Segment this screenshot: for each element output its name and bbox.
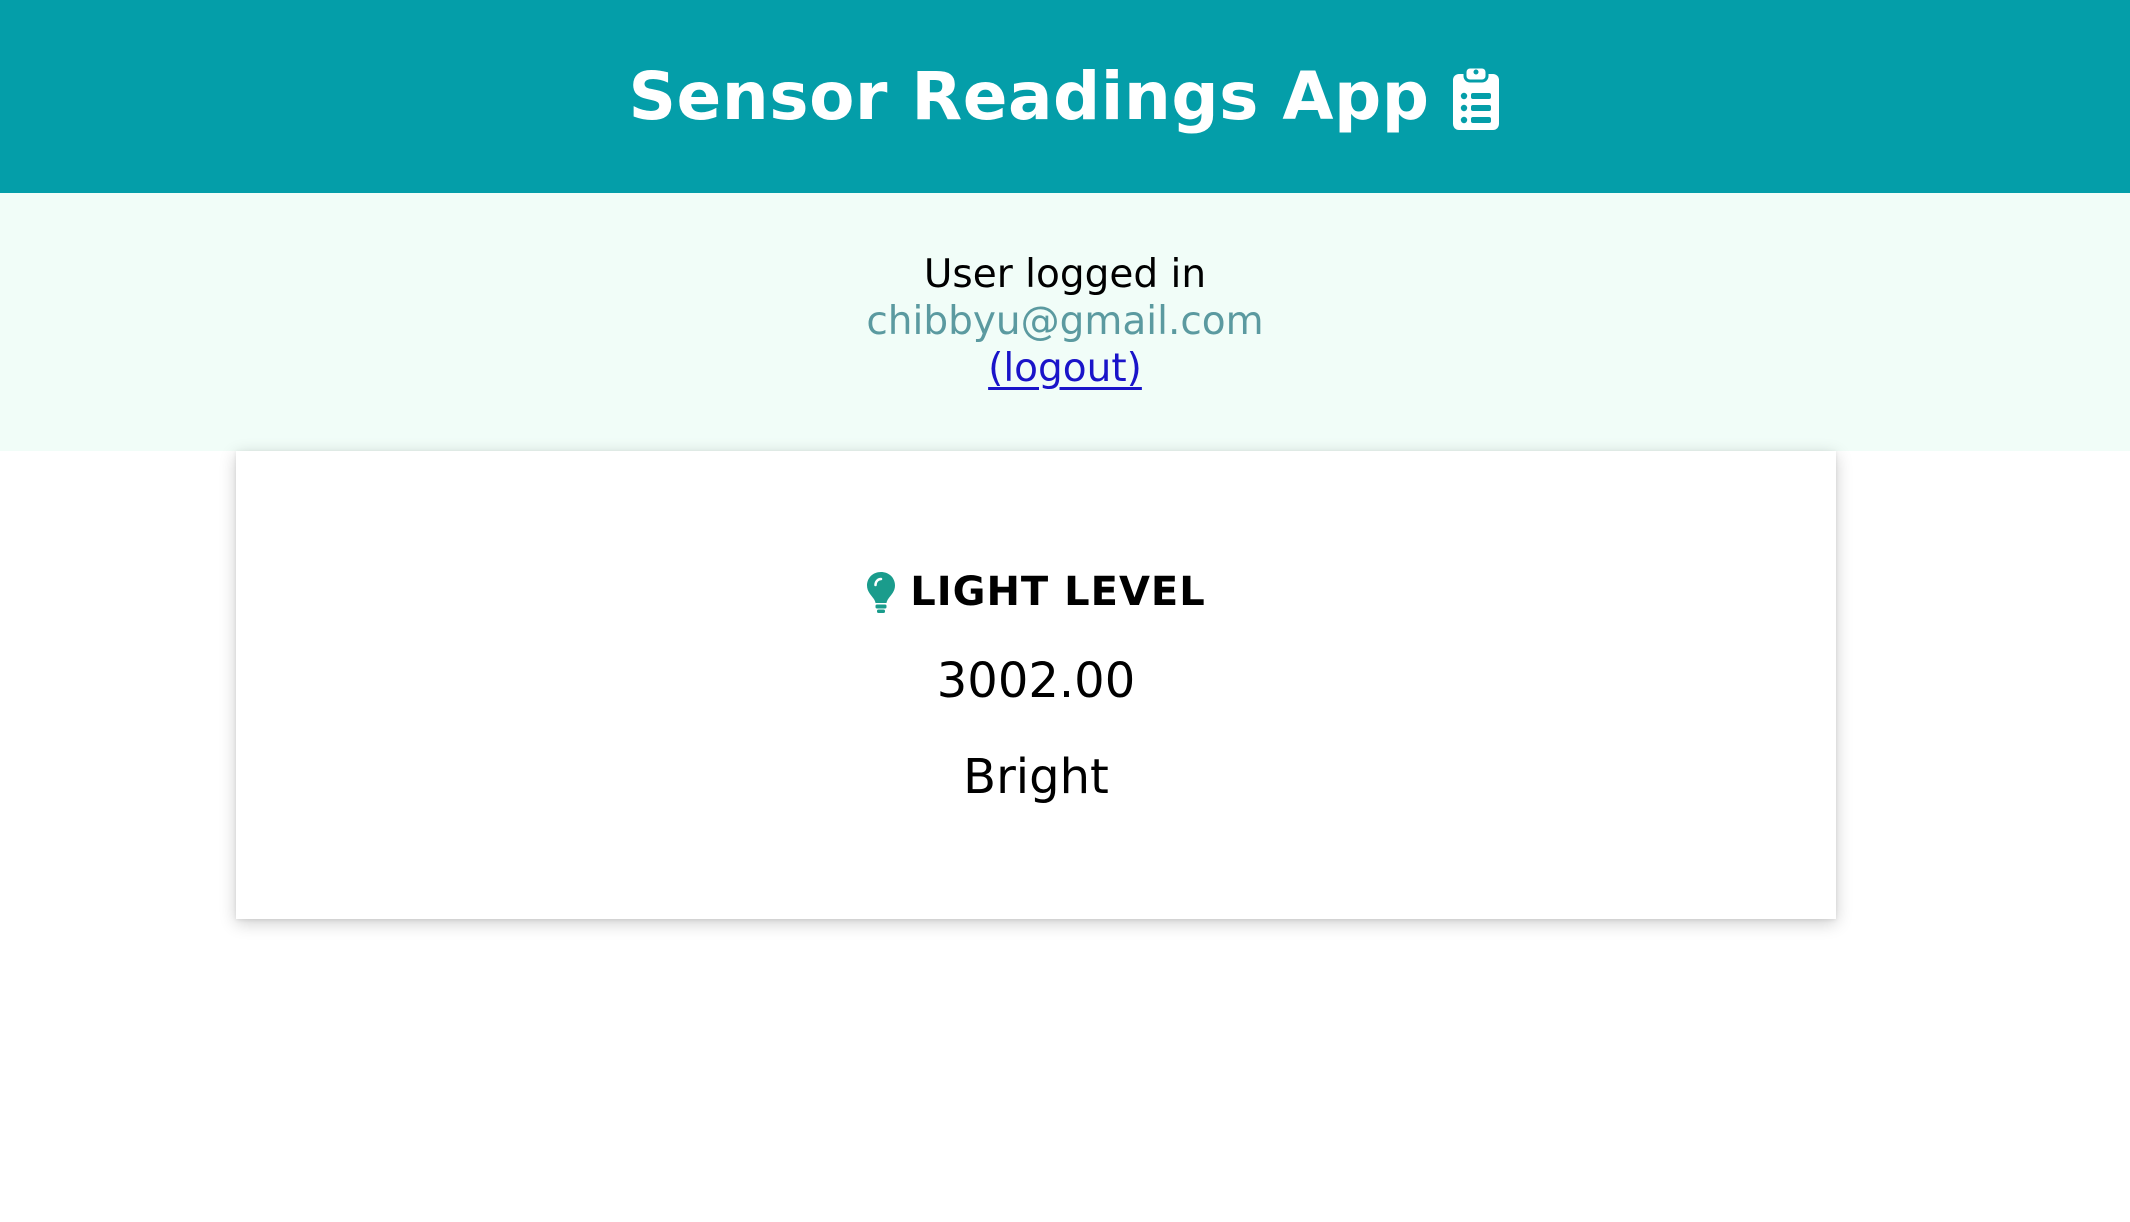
top-navbar: Sensor Readings App bbox=[0, 0, 2130, 193]
reading-status: Bright bbox=[963, 749, 1109, 805]
lightbulb-icon bbox=[866, 571, 896, 613]
auth-bar: User logged in chibbyu@gmail.com (logout… bbox=[0, 193, 2130, 451]
user-email: chibbyu@gmail.com bbox=[866, 299, 1264, 344]
logout-link[interactable]: (logout) bbox=[988, 345, 1142, 392]
card-title-text: LIGHT LEVEL bbox=[910, 569, 1206, 615]
auth-status-label: User logged in bbox=[923, 252, 1207, 297]
app-title-text: Sensor Readings App bbox=[628, 58, 1430, 135]
clipboard-list-icon bbox=[1451, 65, 1501, 132]
reading-value: 3002.00 bbox=[936, 653, 1136, 709]
light-level-card: LIGHT LEVEL 3002.00 Bright bbox=[236, 451, 1836, 919]
app-title: Sensor Readings App bbox=[629, 58, 1502, 135]
card-title: LIGHT LEVEL bbox=[236, 569, 1836, 615]
